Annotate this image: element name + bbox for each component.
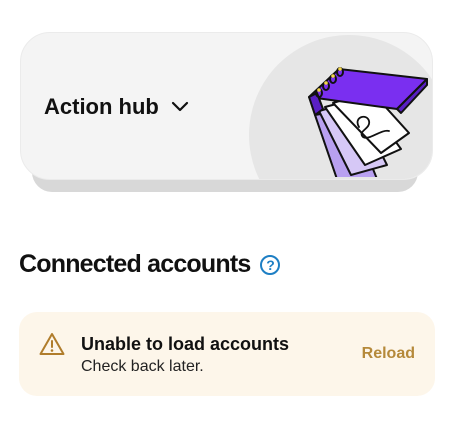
connected-accounts-header: Connected accounts ? — [19, 250, 281, 279]
alert-title: Unable to load accounts — [81, 334, 290, 354]
action-hub-dropdown[interactable]: Action hub — [44, 94, 189, 120]
notebook-illustration — [308, 67, 428, 177]
action-hub-card[interactable]: Action hub — [20, 32, 433, 180]
warning-triangle-icon — [39, 333, 65, 355]
action-hub-title: Action hub — [44, 94, 159, 119]
help-icon-glyph: ? — [266, 256, 275, 273]
reload-button[interactable]: Reload — [362, 345, 415, 363]
alert-message: Check back later. — [81, 358, 204, 375]
chevron-down-icon — [171, 101, 188, 112]
error-alert: Unable to load accounts Check back later… — [19, 312, 435, 396]
help-icon[interactable]: ? — [260, 254, 281, 275]
section-title: Connected accounts — [19, 250, 251, 278]
